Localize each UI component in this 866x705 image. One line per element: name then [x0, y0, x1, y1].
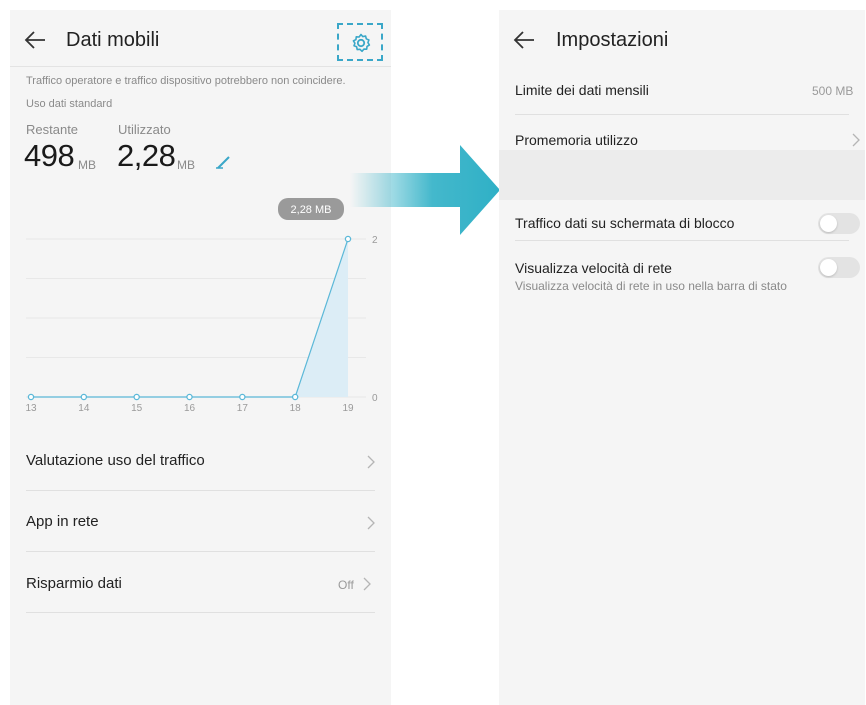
data-usage-screen: Dati mobili Traffico operatore e traffic…: [10, 10, 391, 705]
toggle-knob: [820, 215, 837, 232]
menu-item-network-apps[interactable]: App in rete: [10, 496, 391, 551]
transition-arrow-icon: [350, 145, 500, 235]
data-point: [344, 235, 352, 243]
plan-label: Uso dati standard: [26, 98, 113, 110]
data-point: [80, 393, 88, 401]
data-point: [239, 393, 246, 401]
menu-item-data-saver[interactable]: Risparmio dati Off: [10, 557, 391, 612]
lockscreen-traffic-toggle[interactable]: [818, 213, 860, 234]
value-annotation: 2,28 MB: [278, 198, 344, 220]
menu-item-label: Risparmio dati: [26, 575, 122, 592]
chevron-right-icon: [367, 516, 375, 530]
monthly-limit-label: Limite dei dati mensili: [515, 82, 649, 98]
chevron-right-icon: [367, 455, 375, 469]
used-label: Utilizzato: [118, 122, 171, 137]
usage-chart: 13 14 15 16 17 18 19 20 2,28 MB: [25, 198, 378, 414]
menu-item-label: App in rete: [26, 513, 99, 530]
network-speed-description: Visualizza velocità di rete in uso nella…: [515, 279, 787, 293]
x-tick-label: 13: [25, 403, 37, 414]
y-tick-label: 0: [372, 393, 378, 404]
page-title: Dati mobili: [66, 29, 160, 51]
network-speed-toggle[interactable]: [818, 257, 860, 278]
row-divider: [515, 240, 849, 241]
data-point: [27, 393, 35, 401]
section-gap: [499, 150, 865, 200]
back-arrow-icon[interactable]: [513, 30, 535, 50]
data-point: [186, 393, 193, 401]
x-tick-label: 16: [184, 403, 196, 414]
settings-screen: Impostazioni Limite dei dati mensili 500…: [499, 10, 865, 705]
annotation-text: 2,28 MB: [291, 204, 332, 216]
chevron-right-icon: [363, 577, 371, 591]
remaining-unit: MB: [78, 158, 96, 172]
used-value: 2,28: [117, 138, 176, 173]
used-unit: MB: [177, 158, 195, 172]
data-saver-status: Off: [338, 578, 354, 592]
row-divider: [26, 490, 375, 491]
row-divider: [515, 114, 849, 115]
remaining-value: 498: [24, 138, 75, 173]
x-tick-label: 18: [290, 403, 302, 414]
lockscreen-traffic-item: Traffico dati su schermata di blocco: [499, 206, 865, 240]
header-divider: [10, 66, 391, 67]
monthly-limit-value: 500 MB: [812, 84, 854, 98]
usage-reminder-label: Promemoria utilizzo: [515, 132, 638, 148]
data-point: [291, 393, 299, 401]
x-tick-label: 17: [237, 403, 249, 414]
usage-reminder-item[interactable]: Promemoria utilizzo: [499, 118, 865, 150]
row-divider: [26, 612, 375, 613]
network-speed-label: Visualizza velocità di rete: [515, 260, 672, 276]
y-tick-label: 2: [372, 235, 378, 246]
menu-item-traffic-assessment[interactable]: Valutazione uso del traffico: [10, 435, 391, 490]
remaining-label: Restante: [26, 122, 79, 137]
network-speed-item: Visualizza velocità di rete Visualizza v…: [499, 244, 865, 314]
row-divider: [26, 551, 375, 552]
menu-item-label: Valutazione uso del traffico: [26, 452, 205, 469]
lockscreen-traffic-label: Traffico dati su schermata di blocco: [515, 215, 735, 231]
x-tick-label: 19: [342, 403, 354, 414]
toggle-knob: [820, 259, 837, 276]
edit-icon[interactable]: [215, 155, 235, 169]
settings-button[interactable]: [337, 23, 383, 61]
back-arrow-icon[interactable]: [24, 30, 46, 50]
x-tick-label: 15: [131, 403, 143, 414]
x-tick-label: 14: [78, 403, 90, 414]
disclaimer-text: Traffico operatore e traffico dispositiv…: [26, 75, 346, 87]
page-title: Impostazioni: [556, 29, 669, 51]
chevron-right-icon: [852, 133, 860, 147]
monthly-limit-item[interactable]: Limite dei dati mensili 500 MB: [499, 72, 865, 112]
data-point: [133, 393, 140, 401]
gear-icon: [352, 33, 371, 53]
header: Impostazioni: [499, 10, 865, 70]
header: Dati mobili: [10, 10, 391, 70]
